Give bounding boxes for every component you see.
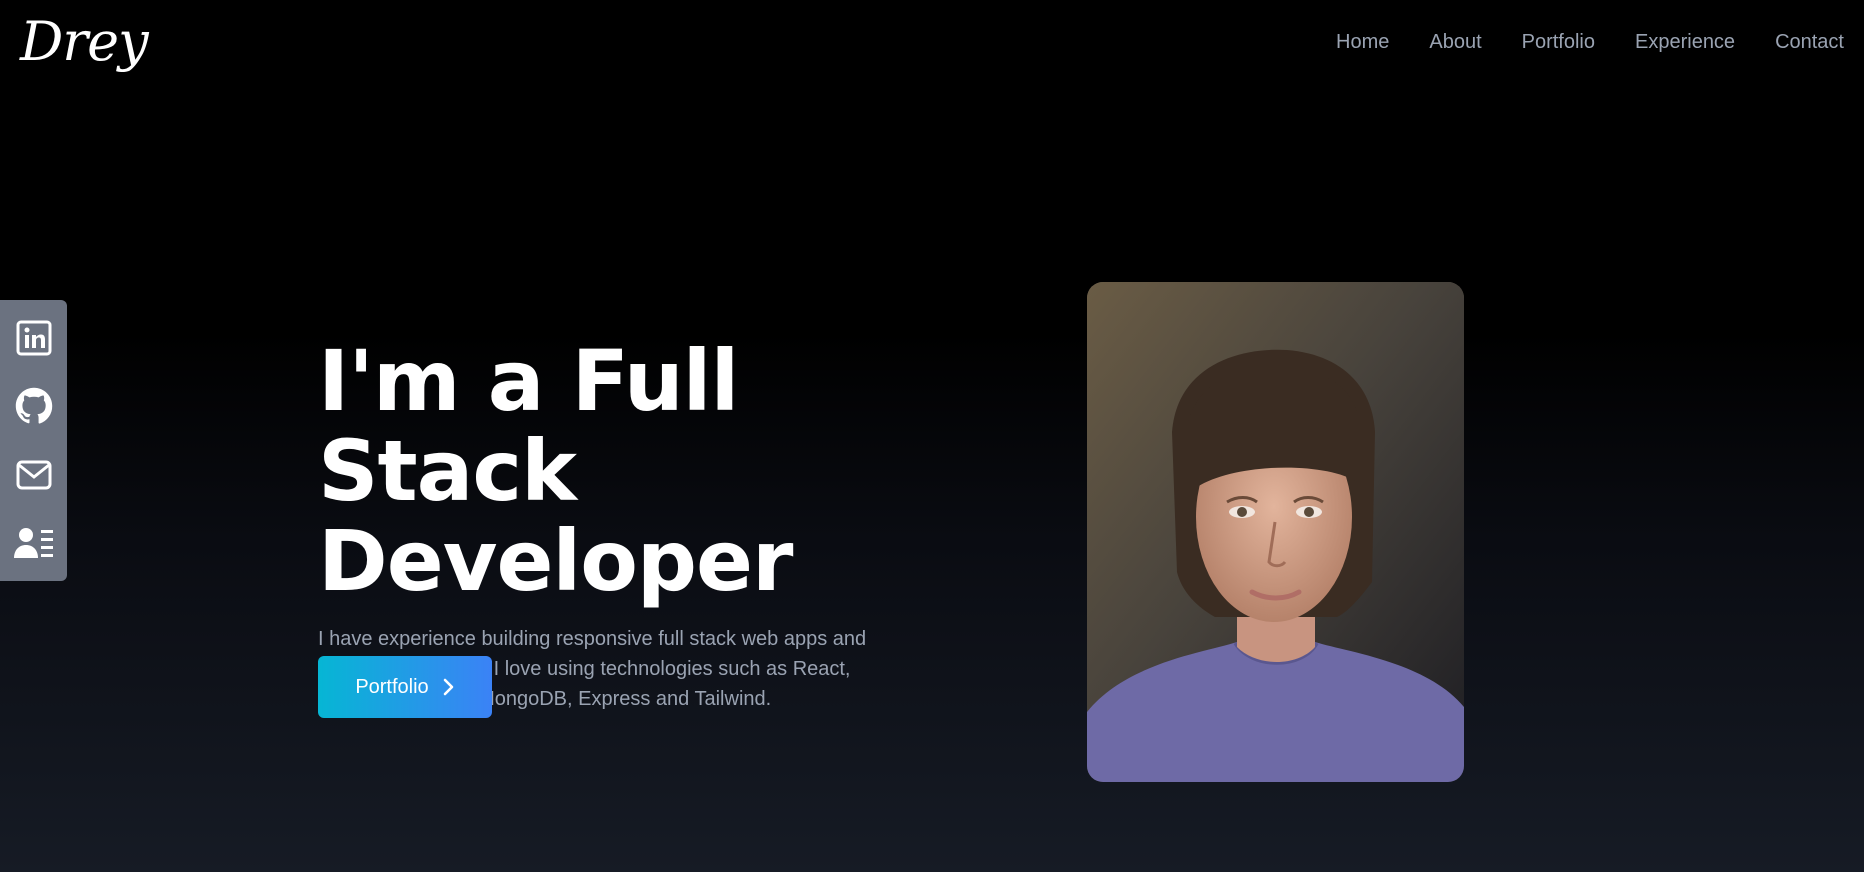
nav-link-home[interactable]: Home [1336,31,1389,54]
github-icon [15,388,52,424]
hero-headline: I'm a Full Stack Developer [318,336,1018,606]
email-link[interactable] [13,454,55,496]
resume-link[interactable] [13,522,55,564]
portfolio-button[interactable]: Portfolio [318,656,492,718]
nav-links: Home About Portfolio Experience Contact [1296,0,1844,84]
profile-photo [1087,282,1464,782]
hero-headline-line1: I'm a Full Stack [318,332,739,520]
resume-icon [13,527,53,558]
github-link[interactable] [13,385,55,427]
mail-icon [16,460,51,490]
nav-link-contact[interactable]: Contact [1775,31,1844,54]
site-logo[interactable]: Drey [20,0,149,84]
nav-link-about[interactable]: About [1429,31,1481,54]
linkedin-link[interactable] [13,317,55,359]
social-sidebar [0,300,67,581]
nav-link-portfolio[interactable]: Portfolio [1522,31,1595,54]
portfolio-button-label: Portfolio [355,675,429,698]
hero-headline-line2: Developer [318,512,793,610]
linkedin-icon [16,320,51,356]
chevron-right-icon [443,678,455,696]
nav-link-experience[interactable]: Experience [1635,31,1735,54]
navbar: Drey Home About Portfolio Experience Con… [0,0,1864,84]
